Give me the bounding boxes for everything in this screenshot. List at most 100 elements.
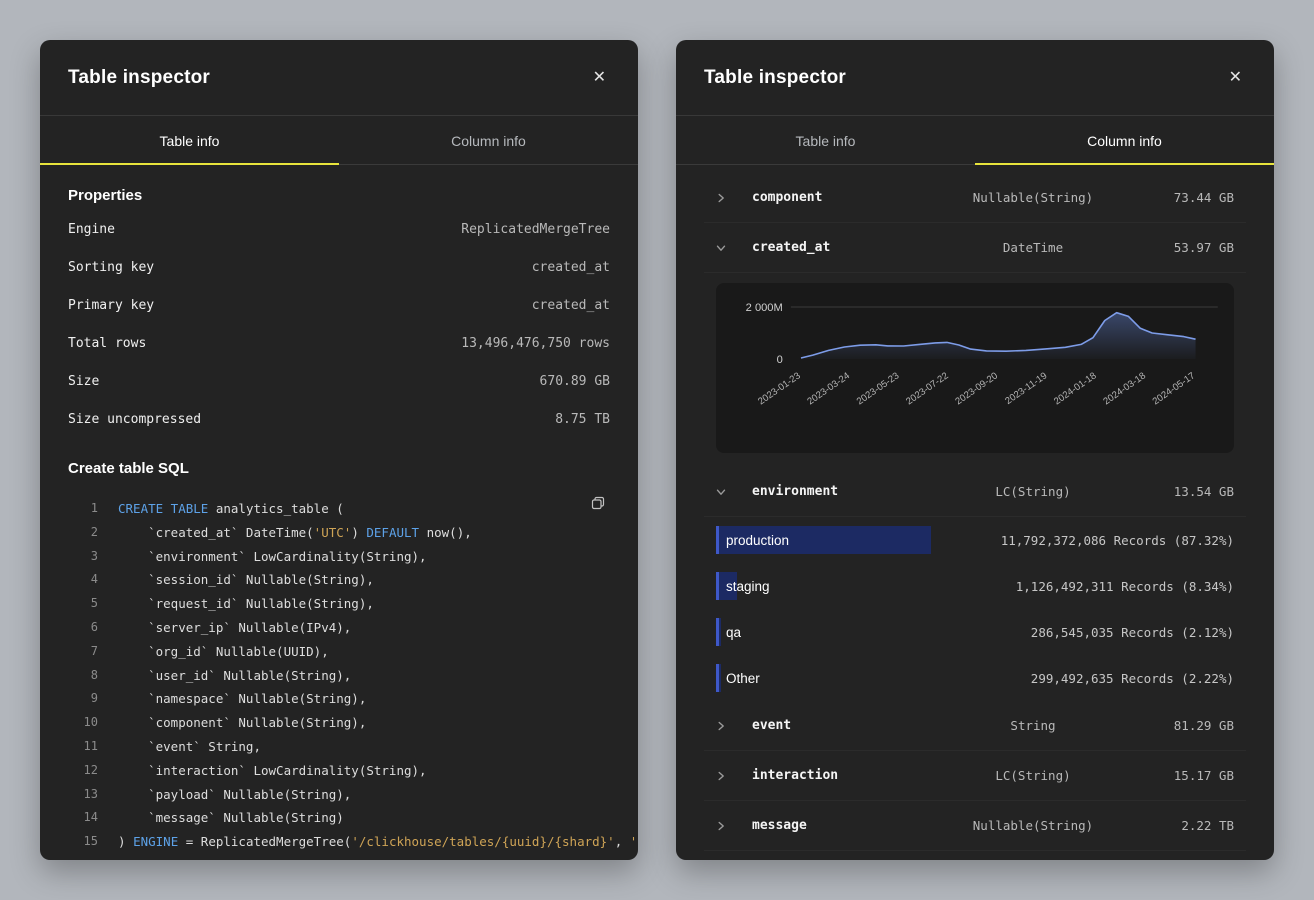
property-label: Sorting key bbox=[68, 260, 154, 275]
property-value: 13,496,476,750 rows bbox=[461, 336, 610, 351]
property-label: Engine bbox=[68, 222, 115, 237]
sql-code-text: `interaction` LowCardinality(String), bbox=[118, 759, 427, 783]
tab-bar: Table infoColumn info bbox=[40, 116, 638, 165]
sql-line: 14 `message` Nullable(String) bbox=[68, 806, 610, 830]
modal-header: Table inspector ✕ bbox=[40, 40, 638, 116]
property-value: 670.89 GB bbox=[540, 374, 610, 389]
property-value: created_at bbox=[532, 260, 610, 275]
distribution-bar bbox=[716, 664, 721, 692]
distribution-records: 1,126,492,311 Records (8.34%) bbox=[1016, 579, 1234, 594]
sql-line: 3 `environment` LowCardinality(String), bbox=[68, 545, 610, 569]
sql-line: 1 CREATE TABLE analytics_table ( bbox=[68, 497, 610, 521]
column-row[interactable]: created_atDateTime53.97 GB bbox=[704, 223, 1246, 273]
column-type: LC(String) bbox=[942, 484, 1124, 499]
sql-code-block: 1 CREATE TABLE analytics_table (2 `create… bbox=[68, 497, 610, 854]
copy-icon[interactable] bbox=[586, 491, 610, 518]
tab-column-info[interactable]: Column info bbox=[975, 116, 1274, 165]
sql-code-text: `namespace` Nullable(String), bbox=[118, 687, 366, 711]
property-label: Size bbox=[68, 374, 99, 389]
column-size: 2.22 TB bbox=[1124, 818, 1234, 833]
tab-bar: Table infoColumn info bbox=[676, 116, 1274, 165]
sql-code-text: `component` Nullable(String), bbox=[118, 711, 366, 735]
property-row: Size uncompressed 8.75 TB bbox=[68, 400, 610, 438]
modal-title: Table inspector bbox=[704, 67, 846, 89]
property-value: 8.75 TB bbox=[555, 412, 610, 427]
distribution-label: staging bbox=[726, 579, 770, 594]
sql-line: 12 `interaction` LowCardinality(String), bbox=[68, 759, 610, 783]
column-row[interactable]: interactionLC(String)15.17 GB bbox=[704, 751, 1246, 801]
column-type: LC(String) bbox=[942, 768, 1124, 783]
sql-line: 9 `namespace` Nullable(String), bbox=[68, 687, 610, 711]
line-number: 12 bbox=[68, 759, 98, 783]
column-info-panel: componentNullable(String)73.44 GBcreated… bbox=[676, 173, 1274, 851]
svg-text:2023-05-23: 2023-05-23 bbox=[855, 370, 902, 407]
distribution-row: staging 1,126,492,311 Records (8.34%) bbox=[704, 563, 1246, 609]
sql-code-text: CREATE TABLE analytics_table ( bbox=[118, 497, 344, 521]
column-type: String bbox=[942, 718, 1124, 733]
column-size: 73.44 GB bbox=[1124, 190, 1234, 205]
close-icon[interactable]: ✕ bbox=[1225, 66, 1246, 90]
line-number: 11 bbox=[68, 735, 98, 759]
chevron-right-icon bbox=[716, 771, 726, 781]
property-label: Total rows bbox=[68, 336, 146, 351]
column-size: 15.17 GB bbox=[1124, 768, 1234, 783]
column-type: Nullable(String) bbox=[942, 818, 1124, 833]
column-type: DateTime bbox=[942, 240, 1124, 255]
line-number: 15 bbox=[68, 830, 98, 854]
sql-line: 2 `created_at` DateTime('UTC') DEFAULT n… bbox=[68, 521, 610, 545]
column-type: Nullable(String) bbox=[942, 190, 1124, 205]
property-label: Size uncompressed bbox=[68, 412, 201, 427]
distribution-records: 286,545,035 Records (2.12%) bbox=[1031, 625, 1234, 640]
tab-table-info[interactable]: Table info bbox=[676, 116, 975, 165]
property-row: Size 670.89 GB bbox=[68, 362, 610, 400]
columns-list: componentNullable(String)73.44 GBcreated… bbox=[704, 173, 1246, 851]
line-number: 8 bbox=[68, 664, 98, 688]
property-value: ReplicatedMergeTree bbox=[461, 222, 610, 237]
svg-text:0: 0 bbox=[777, 354, 783, 366]
line-number: 10 bbox=[68, 711, 98, 735]
tab-column-info[interactable]: Column info bbox=[339, 116, 638, 165]
column-name: created_at bbox=[752, 240, 942, 255]
sql-line: 4 `session_id` Nullable(String), bbox=[68, 568, 610, 592]
sql-line: 5 `request_id` Nullable(String), bbox=[68, 592, 610, 616]
sql-code-text: `message` Nullable(String) bbox=[118, 806, 344, 830]
tab-table-info[interactable]: Table info bbox=[40, 116, 339, 165]
column-row[interactable]: componentNullable(String)73.44 GB bbox=[704, 173, 1246, 223]
chevron-right-icon bbox=[716, 821, 726, 831]
svg-text:2 000M: 2 000M bbox=[746, 302, 783, 314]
column-row[interactable]: messageNullable(String)2.22 TB bbox=[704, 801, 1246, 851]
sql-line: 8 `user_id` Nullable(String), bbox=[68, 664, 610, 688]
sql-line: 13 `payload` Nullable(String), bbox=[68, 783, 610, 807]
property-row: Total rows 13,496,476,750 rows bbox=[68, 324, 610, 362]
sql-code-text: `request_id` Nullable(String), bbox=[118, 592, 374, 616]
area-chart: 2 000M02023-01-232023-03-242023-05-23202… bbox=[716, 283, 1234, 453]
sql-line: 6 `server_ip` Nullable(IPv4), bbox=[68, 616, 610, 640]
svg-text:2024-01-18: 2024-01-18 bbox=[1052, 370, 1099, 407]
properties-list: Engine ReplicatedMergeTree Sorting key crea… bbox=[68, 210, 610, 438]
line-number: 3 bbox=[68, 545, 98, 569]
line-number: 7 bbox=[68, 640, 98, 664]
distribution-label: qa bbox=[726, 625, 741, 640]
close-icon[interactable]: ✕ bbox=[589, 66, 610, 90]
line-number: 9 bbox=[68, 687, 98, 711]
line-number: 4 bbox=[68, 568, 98, 592]
sql-code-text: `event` String, bbox=[118, 735, 261, 759]
line-number: 5 bbox=[68, 592, 98, 616]
column-row[interactable]: eventString81.29 GB bbox=[704, 701, 1246, 751]
column-row[interactable]: environmentLC(String)13.54 GB bbox=[704, 467, 1246, 517]
create-table-sql-heading: Create table SQL bbox=[68, 460, 610, 477]
column-name: interaction bbox=[752, 768, 942, 783]
table-inspector-modal-right: Table inspector ✕ Table infoColumn info … bbox=[676, 40, 1274, 860]
sql-lines: 1 CREATE TABLE analytics_table (2 `create… bbox=[68, 497, 610, 854]
property-label: Primary key bbox=[68, 298, 154, 313]
line-number: 14 bbox=[68, 806, 98, 830]
line-number: 1 bbox=[68, 497, 98, 521]
sql-code-text: `org_id` Nullable(UUID), bbox=[118, 640, 329, 664]
properties-heading: Properties bbox=[68, 187, 610, 204]
distribution-row: production11,792,372,086 Records (87.32%… bbox=[704, 517, 1246, 563]
distribution-label: Other bbox=[726, 671, 760, 686]
property-value: created_at bbox=[532, 298, 610, 313]
column-name: event bbox=[752, 718, 942, 733]
line-number: 6 bbox=[68, 616, 98, 640]
chevron-right-icon bbox=[716, 721, 726, 731]
